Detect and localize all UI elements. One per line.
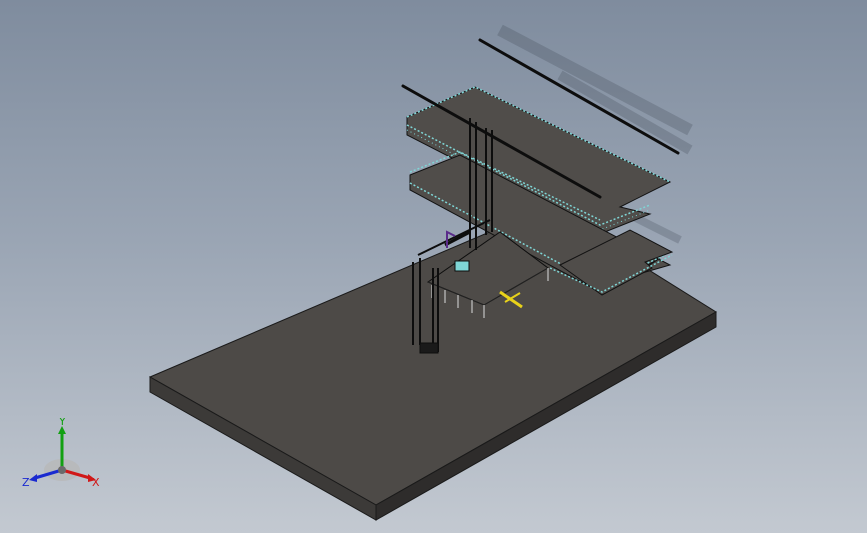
z-axis-label: Z [22, 476, 30, 489]
z-axis-arrowhead [29, 474, 37, 482]
x-axis-label: X [92, 476, 100, 489]
cad-3d-viewport[interactable]: Y X Z [0, 0, 867, 533]
assembly-model-view[interactable] [0, 0, 867, 533]
y-axis-label: Y [58, 418, 66, 428]
triad-origin [58, 466, 66, 474]
coordinate-triad[interactable]: Y X Z [22, 418, 102, 498]
